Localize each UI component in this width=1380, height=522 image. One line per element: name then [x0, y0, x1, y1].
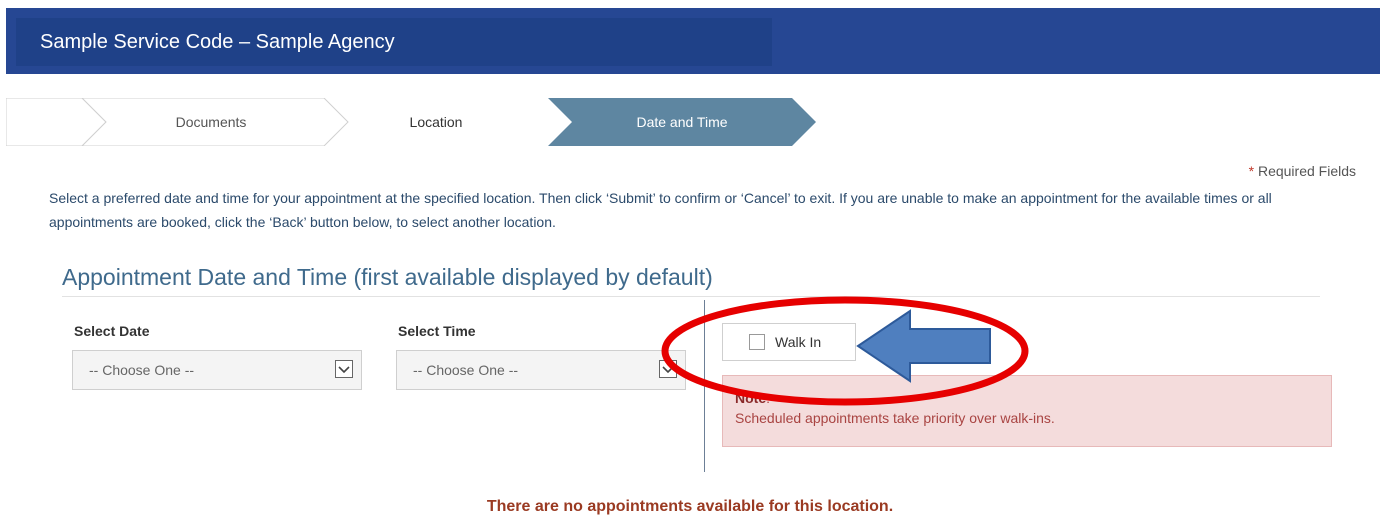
- blue-arrow-annotation: [856, 309, 991, 383]
- column-separator: [704, 300, 705, 472]
- walk-in-label[interactable]: Walk In: [775, 334, 821, 350]
- select-time-label: Select Time: [398, 323, 476, 339]
- section-divider: [62, 296, 1320, 297]
- step-documents[interactable]: Documents: [116, 98, 306, 146]
- note-body: Scheduled appointments take priority ove…: [735, 410, 1055, 426]
- select-time-dropdown[interactable]: -- Choose One --: [396, 350, 686, 390]
- note-heading: Note: [735, 390, 767, 406]
- walk-in-option[interactable]: Walk In: [722, 323, 856, 361]
- select-date-value: -- Choose One --: [89, 362, 195, 378]
- page-title: Sample Service Code – Sample Agency: [16, 18, 772, 66]
- note-heading-line: Note:: [735, 388, 1331, 408]
- select-time-value: -- Choose One --: [413, 362, 519, 378]
- step-date-time[interactable]: Date and Time: [572, 98, 792, 146]
- step-progress: Documents Location Date and Time: [6, 98, 846, 146]
- note-box: Note: Scheduled appointments take priori…: [722, 375, 1332, 447]
- note-colon: :: [766, 390, 771, 406]
- step-location[interactable]: Location: [346, 98, 526, 146]
- select-date-dropdown[interactable]: -- Choose One --: [72, 350, 362, 390]
- no-appointments-message: There are no appointments available for …: [486, 498, 894, 515]
- chevron-down-icon[interactable]: [659, 360, 677, 378]
- chevron-down-icon[interactable]: [335, 360, 353, 378]
- section-title: Appointment Date and Time (first availab…: [62, 264, 713, 290]
- instructions-text: Select a preferred date and time for you…: [49, 190, 1272, 230]
- required-fields-note: * Required Fields: [1249, 163, 1356, 179]
- required-fields-text: Required Fields: [1254, 163, 1356, 179]
- select-date-label: Select Date: [74, 323, 150, 339]
- walk-in-checkbox[interactable]: [749, 334, 765, 350]
